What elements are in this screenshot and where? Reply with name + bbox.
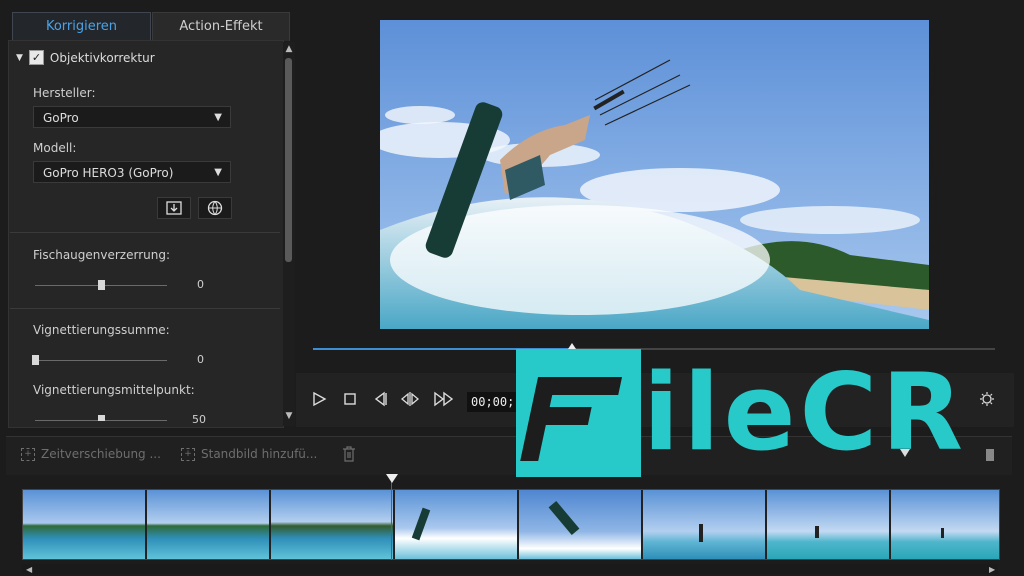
watermark-logo-icon (516, 349, 641, 477)
model-dropdown[interactable]: GoPro HERO3 (GoPro) ▼ (33, 161, 231, 183)
time-shift-icon: + (21, 447, 35, 461)
scroll-down-icon[interactable]: ▼ (283, 411, 295, 421)
vignette-amount-label: Vignettierungssumme: (33, 323, 170, 337)
next-frame-icon[interactable] (433, 391, 455, 411)
fisheye-value: 0 (197, 278, 204, 291)
trash-icon (343, 446, 355, 462)
timeline-frame (891, 490, 999, 559)
chevron-down-icon: ▼ (214, 112, 222, 123)
freeze-frame-icon: + (181, 447, 195, 461)
timeline-scrollbar[interactable] (22, 564, 998, 574)
download-globe-icon (207, 200, 223, 216)
fisheye-slider-thumb[interactable] (98, 280, 105, 290)
lens-correction-title: Objektivkorrektur (49, 50, 155, 65)
check-icon[interactable]: ✓ (28, 50, 44, 65)
time-shift-label: Zeitverschiebung ... (41, 447, 161, 461)
manufacturer-value: GoPro (43, 111, 79, 125)
timeline-frame (395, 490, 519, 559)
save-icon (166, 201, 182, 215)
add-freeze-frame-button[interactable]: + Standbild hinzufü... (181, 447, 317, 461)
timeline-frame (271, 490, 395, 559)
watermark-text: ileCR (643, 351, 967, 474)
collapse-triangle-icon[interactable]: ▼ (16, 53, 23, 63)
vignette-midpoint-value: 50 (192, 413, 206, 426)
download-profiles-button[interactable] (198, 197, 232, 219)
vignette-amount-slider-thumb[interactable] (32, 355, 39, 365)
section-divider (10, 232, 280, 233)
tab-korrigieren[interactable]: Korrigieren (12, 12, 151, 41)
section-divider (10, 308, 280, 309)
timeline-frame (643, 490, 767, 559)
filecr-watermark: ileCR (516, 349, 994, 477)
save-profile-button[interactable] (157, 197, 191, 219)
vignette-midpoint-label: Vignettierungsmittelpunkt: (33, 383, 195, 397)
play-icon[interactable] (311, 391, 327, 411)
manufacturer-dropdown[interactable]: GoPro ▼ (33, 106, 231, 128)
delete-button[interactable] (342, 446, 356, 462)
time-shift-button[interactable]: + Zeitverschiebung ... (21, 447, 161, 461)
model-label: Modell: (33, 141, 77, 155)
scroll-left-icon[interactable]: ◀ (26, 565, 32, 574)
video-preview (380, 20, 929, 329)
playhead-handle-icon[interactable] (386, 474, 398, 483)
timeline-thumbnail-strip[interactable] (22, 489, 1000, 560)
manufacturer-label: Hersteller: (33, 86, 96, 100)
vignette-amount-slider[interactable] (35, 360, 167, 361)
vignette-midpoint-slider-thumb[interactable] (98, 415, 105, 421)
timeline-frame (767, 490, 891, 559)
scroll-up-icon[interactable]: ▲ (283, 44, 295, 54)
scrollbar-thumb[interactable] (285, 58, 292, 262)
timeline-frame (23, 490, 147, 559)
scroll-right-icon[interactable]: ▶ (989, 565, 995, 574)
timeline-playhead[interactable] (391, 480, 392, 560)
chevron-down-icon: ▼ (214, 167, 222, 178)
vignette-amount-value: 0 (197, 353, 204, 366)
freeze-frame-label: Standbild hinzufü... (201, 447, 318, 461)
tab-action-effekt[interactable]: Action-Effekt (152, 12, 290, 41)
stop-icon[interactable] (342, 391, 358, 411)
fisheye-label: Fischaugenverzerrung: (33, 248, 171, 262)
model-value: GoPro HERO3 (GoPro) (43, 166, 174, 180)
prev-frame-icon[interactable] (372, 391, 390, 411)
split-icon[interactable] (400, 391, 420, 411)
timeline-frame (519, 490, 643, 559)
lens-correction-header[interactable]: ▼ ✓ Objektivkorrektur (16, 50, 155, 65)
timeline-frame (147, 490, 271, 559)
